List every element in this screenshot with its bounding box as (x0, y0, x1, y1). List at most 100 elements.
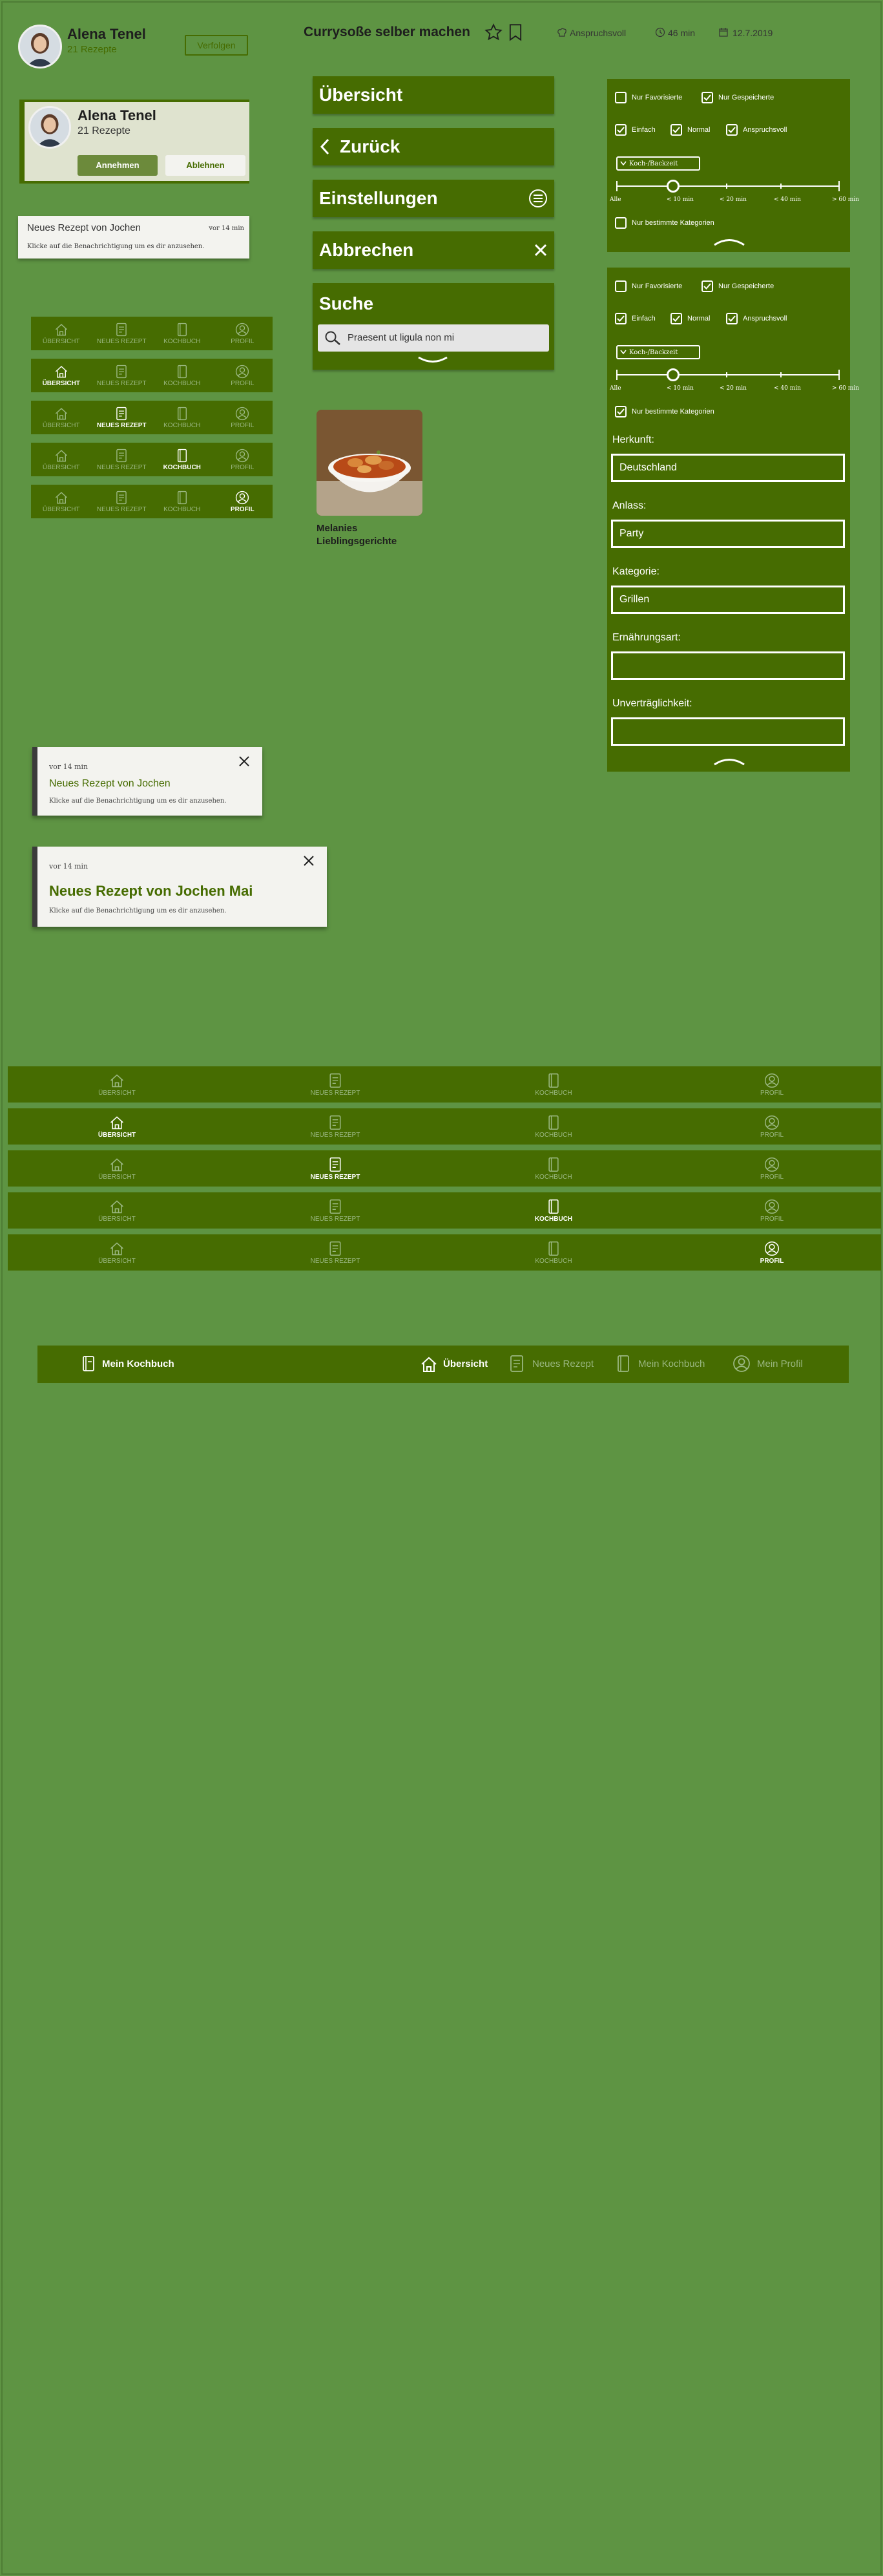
checkbox[interactable] (670, 313, 682, 324)
nav-item-new-recipe[interactable]: Neues Rezept (226, 1066, 444, 1103)
only-favorites-checkbox[interactable]: Nur Favorisierte (615, 92, 682, 103)
checkbox[interactable] (726, 124, 738, 136)
origin-field[interactable]: Deutschland (611, 454, 845, 482)
nav-item-cookbook[interactable]: Kochbuch (444, 1150, 663, 1187)
chevron-down-icon[interactable] (417, 355, 448, 364)
nav-item-overview[interactable]: Übersicht (31, 359, 92, 392)
close-icon[interactable] (302, 854, 315, 867)
nav-item-new-recipe[interactable]: Neues Rezept (92, 317, 152, 350)
nav-item-cookbook[interactable]: Kochbuch (444, 1192, 663, 1229)
checkbox[interactable] (670, 124, 682, 136)
time-slider[interactable]: Alle < 10 min < 20 min < 40 min > 60 min (610, 180, 859, 206)
friend-avatar[interactable] (28, 106, 71, 149)
diet-field[interactable] (611, 651, 845, 680)
nav-item-profile[interactable]: Profil (663, 1234, 881, 1271)
nav-item-overview[interactable]: Übersicht (8, 1192, 226, 1229)
nav-item-cookbook[interactable]: Kochbuch (152, 317, 213, 350)
checkbox[interactable] (615, 406, 627, 417)
overview-menu-button[interactable]: Übersicht (313, 76, 554, 114)
slider-thumb[interactable] (667, 180, 680, 193)
normal-checkbox[interactable]: Normal (670, 313, 710, 324)
follow-button[interactable]: Verfolgen (185, 35, 248, 56)
easy-checkbox[interactable]: Einfach (615, 124, 656, 136)
nav-item-overview[interactable]: Übersicht (8, 1066, 226, 1103)
mini-notification[interactable]: Neues Rezept von Jochen vor 14 min Klick… (18, 216, 249, 259)
only-saved-checkbox[interactable]: Nur Gespeicherte (701, 92, 774, 103)
nav-item-overview[interactable]: Übersicht (8, 1150, 226, 1187)
collection-image[interactable] (317, 410, 422, 516)
settings-button[interactable]: Einstellungen (313, 180, 554, 217)
demanding-checkbox[interactable]: Anspruchsvoll (726, 124, 787, 136)
nav-item-overview[interactable]: Übersicht (31, 317, 92, 350)
nav-item-new-recipe[interactable]: Neues Rezept (92, 401, 152, 434)
slider-thumb[interactable] (667, 368, 680, 381)
checkbox[interactable] (615, 280, 627, 292)
nav-item-profile[interactable]: Profil (213, 443, 273, 476)
bookmark-icon[interactable] (508, 23, 523, 41)
nav-item-profile[interactable]: Profil (663, 1108, 881, 1145)
checkbox[interactable] (726, 313, 738, 324)
accept-button[interactable]: Annehmen (78, 155, 158, 176)
avatar[interactable] (18, 25, 62, 69)
nav-item-new-recipe[interactable]: Neues Rezept (92, 443, 152, 476)
checkbox[interactable] (701, 92, 713, 103)
cancel-button[interactable]: Abbrechen (313, 231, 554, 269)
nav-item-overview[interactable]: Übersicht (31, 443, 92, 476)
close-icon[interactable] (238, 755, 251, 768)
nav-item-new-recipe[interactable]: Neues Rezept (226, 1234, 444, 1271)
checkbox[interactable] (701, 280, 713, 292)
nav-item-cookbook[interactable]: Kochbuch (444, 1234, 663, 1271)
back-button[interactable]: Zurück (313, 128, 554, 165)
nav-item-profile[interactable]: Profil (663, 1192, 881, 1229)
notification-large[interactable]: vor 14 min Neues Rezept von Jochen Mai K… (32, 847, 327, 927)
star-icon[interactable] (484, 23, 503, 41)
time-dropdown[interactable]: Koch-/Backzeit (616, 156, 700, 171)
checkbox[interactable] (615, 313, 627, 324)
checkbox[interactable] (615, 217, 627, 229)
desktop-nav-brand[interactable]: Mein Kochbuch (102, 1358, 174, 1369)
checkbox[interactable] (615, 92, 627, 103)
nav-item-overview[interactable]: Übersicht (8, 1234, 226, 1271)
decline-button[interactable]: Ablehnen (165, 155, 245, 176)
nav-item-cookbook[interactable]: Kochbuch (152, 359, 213, 392)
nav-item-profile[interactable]: Profil (213, 359, 273, 392)
desktop-nav-new-recipe[interactable]: Neues Rezept (532, 1358, 594, 1369)
time-slider[interactable]: Alle < 10 min < 20 min < 40 min > 60 min (610, 368, 859, 394)
normal-checkbox[interactable]: Normal (670, 124, 710, 136)
nav-item-profile[interactable]: Profil (213, 317, 273, 350)
occasion-field[interactable]: Party (611, 520, 845, 548)
nav-item-new-recipe[interactable]: Neues Rezept (92, 485, 152, 518)
nav-item-new-recipe[interactable]: Neues Rezept (92, 359, 152, 392)
chevron-up-icon[interactable] (713, 756, 745, 766)
only-saved-checkbox[interactable]: Nur Gespeicherte (701, 280, 774, 292)
nav-item-cookbook[interactable]: Kochbuch (152, 485, 213, 518)
nav-item-profile[interactable]: Profil (213, 485, 273, 518)
chevron-up-icon[interactable] (713, 237, 745, 247)
category-field[interactable]: Grillen (611, 586, 845, 614)
nav-item-profile[interactable]: Profil (663, 1066, 881, 1103)
nav-item-cookbook[interactable]: Kochbuch (152, 443, 213, 476)
demanding-checkbox[interactable]: Anspruchsvoll (726, 313, 787, 324)
nav-item-overview[interactable]: Übersicht (8, 1108, 226, 1145)
nav-item-profile[interactable]: Profil (213, 401, 273, 434)
easy-checkbox[interactable]: Einfach (615, 313, 656, 324)
nav-item-new-recipe[interactable]: Neues Rezept (226, 1192, 444, 1229)
nav-item-cookbook[interactable]: Kochbuch (444, 1066, 663, 1103)
checkbox[interactable] (615, 124, 627, 136)
nav-item-cookbook[interactable]: Kochbuch (152, 401, 213, 434)
intolerance-field[interactable] (611, 717, 845, 746)
nav-item-new-recipe[interactable]: Neues Rezept (226, 1108, 444, 1145)
desktop-nav-overview[interactable]: Übersicht (443, 1358, 488, 1369)
nav-item-profile[interactable]: Profil (663, 1150, 881, 1187)
nav-item-new-recipe[interactable]: Neues Rezept (226, 1150, 444, 1187)
only-categories-checkbox[interactable]: Nur bestimmte Kategorien (615, 406, 714, 417)
only-favorites-checkbox[interactable]: Nur Favorisierte (615, 280, 682, 292)
nav-item-overview[interactable]: Übersicht (31, 401, 92, 434)
nav-item-cookbook[interactable]: Kochbuch (444, 1108, 663, 1145)
only-categories-checkbox[interactable]: Nur bestimmte Kategorien (615, 217, 714, 229)
desktop-nav-cookbook[interactable]: Mein Kochbuch (638, 1358, 705, 1369)
nav-item-overview[interactable]: Übersicht (31, 485, 92, 518)
desktop-nav-profile[interactable]: Mein Profil (757, 1358, 803, 1369)
search-input[interactable]: Praesent ut ligula non mi (318, 324, 549, 352)
time-dropdown[interactable]: Koch-/Backzeit (616, 345, 700, 359)
